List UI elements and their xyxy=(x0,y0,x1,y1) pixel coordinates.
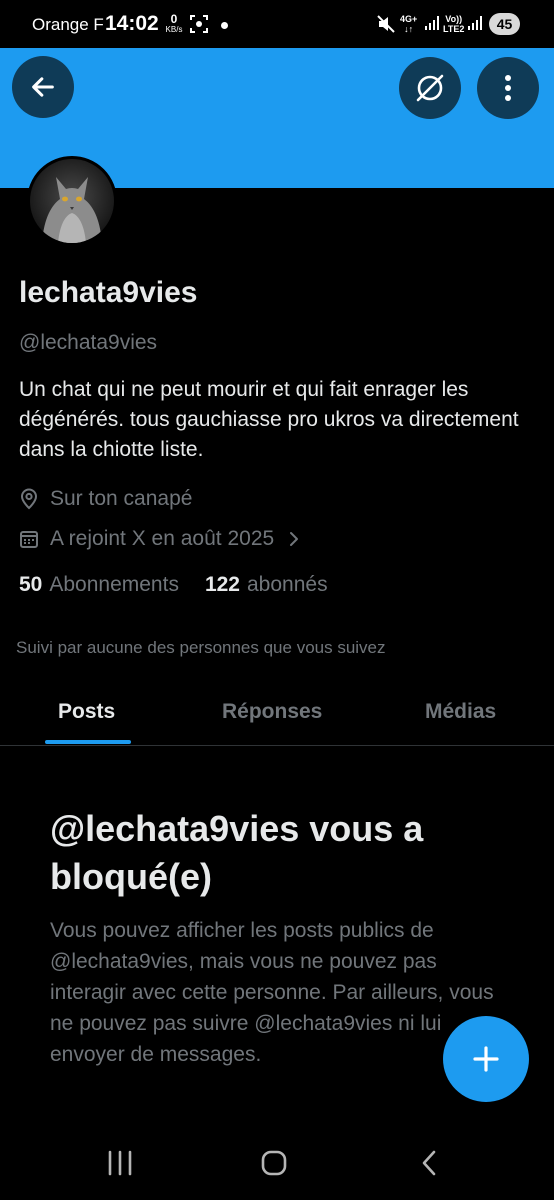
profile-location: Sur ton canapé xyxy=(19,485,192,513)
grok-button[interactable] xyxy=(399,57,461,119)
data-rate: 0 KB/s xyxy=(163,13,185,34)
profile-handle: @lechata9vies xyxy=(19,331,158,354)
profile-joined-date[interactable]: A rejoint X en août 2025 xyxy=(19,525,311,553)
screenshot-icon xyxy=(189,14,209,39)
notification-dot-icon xyxy=(221,22,228,29)
arrow-left-icon xyxy=(32,77,54,97)
active-tab-indicator xyxy=(45,740,131,744)
signal-icon xyxy=(424,15,440,36)
more-vertical-icon xyxy=(505,75,511,101)
followers-label: abonnés xyxy=(247,573,328,596)
followed-by-text: Suivi par aucune des personnes que vous … xyxy=(16,638,386,657)
profile-bio: Un chat qui ne peut mourir et qui fait e… xyxy=(19,378,519,461)
more-options-button[interactable] xyxy=(477,57,539,119)
volte-icon: Vo)) LTE2 xyxy=(443,14,464,34)
mute-icon xyxy=(376,14,396,39)
signal-icon xyxy=(467,15,483,36)
chevron-right-icon xyxy=(290,532,299,546)
tab-posts[interactable]: Posts xyxy=(58,700,115,724)
blocked-description: Vous pouvez afficher les posts publics d… xyxy=(50,919,494,1066)
battery-indicator: 45 xyxy=(489,13,520,35)
location-pin-icon xyxy=(20,488,38,510)
recent-apps-button[interactable] xyxy=(106,1150,134,1181)
back-button[interactable] xyxy=(12,56,74,118)
network-4g-label: 4G+ xyxy=(400,14,418,24)
followers-count: 122 xyxy=(204,573,240,596)
follow-counts: 50 Abonnements 122 abonnés xyxy=(19,573,328,597)
joined-label: A rejoint X en août 2025 xyxy=(50,527,275,550)
back-chevron-icon xyxy=(422,1150,436,1176)
location-label: Sur ton canapé xyxy=(50,487,193,510)
tab-media[interactable]: Médias xyxy=(425,700,496,724)
avatar[interactable] xyxy=(27,156,117,246)
carrier-label: Orange F xyxy=(32,15,104,34)
clock: 14:02 xyxy=(105,12,159,35)
volte-top-label: Vo)) xyxy=(445,14,463,24)
tab-replies[interactable]: Réponses xyxy=(222,700,322,724)
following-link[interactable]: 50 Abonnements xyxy=(19,573,179,597)
following-count: 50 xyxy=(19,573,43,596)
calendar-icon xyxy=(20,531,38,548)
blocked-title: @lechata9vies vous a bloqué(e) xyxy=(50,808,424,897)
home-button[interactable] xyxy=(260,1150,288,1181)
data-rate-unit: KB/s xyxy=(165,25,183,34)
system-navigation-bar xyxy=(0,1128,554,1200)
volte-bottom-label: LTE2 xyxy=(443,24,465,34)
compose-post-button[interactable] xyxy=(443,1016,529,1102)
network-4g-icon: 4G+ ↓↑ xyxy=(400,14,418,34)
system-back-button[interactable] xyxy=(420,1150,440,1181)
following-label: Abonnements xyxy=(49,573,179,596)
recent-apps-icon xyxy=(108,1150,132,1176)
data-rate-value: 0 xyxy=(170,12,178,26)
followers-link[interactable]: 122 abonnés xyxy=(205,573,328,597)
plus-icon xyxy=(473,1046,499,1072)
grok-icon xyxy=(416,74,444,102)
status-bar: Orange F 14:02 0 KB/s 4G+ ↓↑ Vo)) LTE2 45 xyxy=(0,0,554,48)
profile-display-name: lechata9vies xyxy=(19,276,198,309)
cat-avatar-image xyxy=(30,159,114,243)
profile-tabs: Posts Réponses Médias xyxy=(0,680,554,746)
home-icon xyxy=(261,1150,287,1176)
